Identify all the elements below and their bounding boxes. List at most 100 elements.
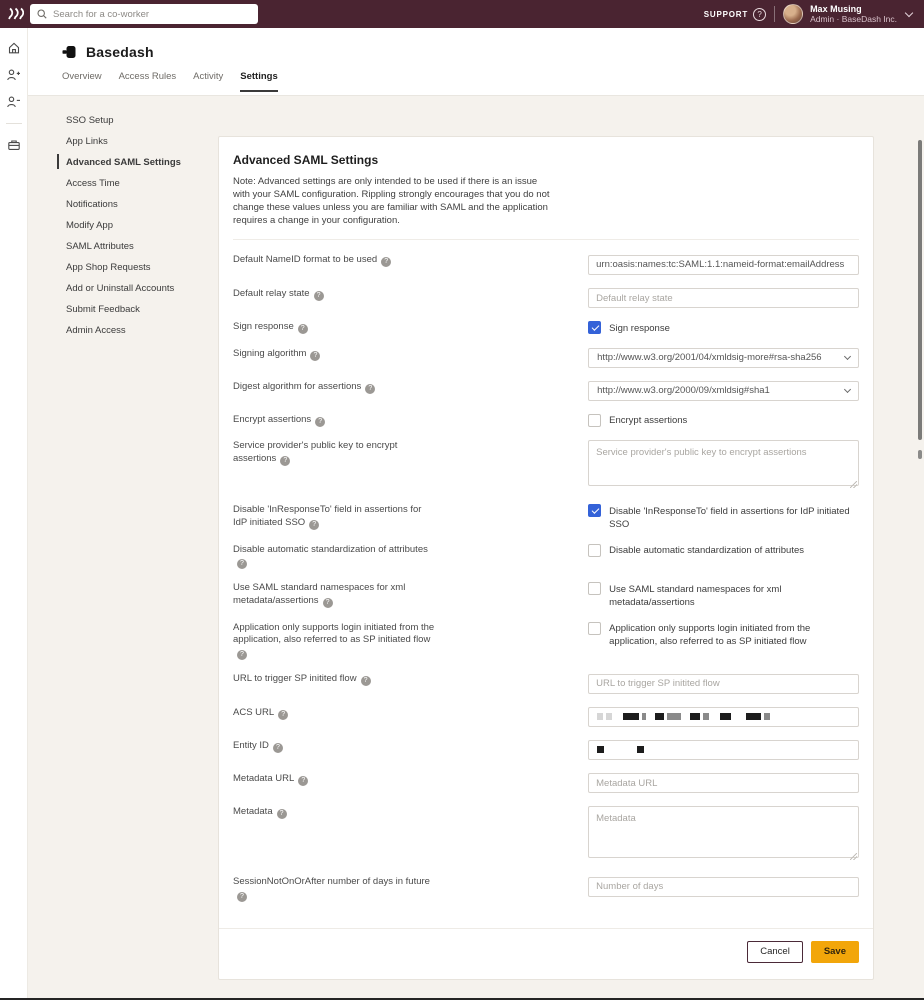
redacted-value: [667, 713, 681, 720]
digest-algorithm-select[interactable]: http://www.w3.org/2000/09/xmldsig#sha1: [588, 381, 859, 401]
redacted-value: [764, 713, 770, 720]
chevron-down-icon: [844, 352, 851, 359]
form-row: SessionNotOnOrAfter number of days in fu…: [233, 876, 859, 902]
search-input[interactable]: [53, 9, 251, 20]
sign-response-checkbox[interactable]: [588, 321, 601, 334]
entity-id-input[interactable]: [588, 740, 859, 760]
help-icon[interactable]: ?: [309, 520, 319, 530]
sidebar-item-app-links[interactable]: App Links: [66, 131, 216, 152]
redacted-value: [720, 713, 731, 720]
form-row: Metadata URL?: [233, 773, 859, 794]
rail-item-home[interactable]: [6, 40, 22, 56]
form-row: Digest algorithm for assertions? http://…: [233, 381, 859, 401]
save-button[interactable]: Save: [811, 941, 859, 963]
tab-activity[interactable]: Activity: [193, 71, 223, 92]
field-label: Digest algorithm for assertions?: [233, 381, 588, 401]
tab-access-rules[interactable]: Access Rules: [119, 71, 177, 92]
disable-inresponseto-checkbox[interactable]: [588, 504, 601, 517]
chevron-down-icon: [844, 385, 851, 392]
help-icon[interactable]: ?: [237, 892, 247, 902]
scrollbar-thumb[interactable]: [918, 140, 922, 440]
field-label: SessionNotOnOrAfter number of days in fu…: [233, 876, 588, 902]
field-label: Entity ID?: [233, 740, 588, 760]
sidebar-item-access-time[interactable]: Access Time: [66, 173, 216, 194]
help-icon[interactable]: ?: [323, 598, 333, 608]
scrollbar-thumb-secondary[interactable]: [918, 450, 922, 459]
help-icon[interactable]: ?: [314, 291, 324, 301]
sidebar-item-sso-setup[interactable]: SSO Setup: [66, 110, 216, 131]
sp-initiated-only-checkbox[interactable]: [588, 622, 601, 635]
nameid-format-input[interactable]: [588, 255, 859, 275]
help-icon[interactable]: ?: [381, 257, 391, 267]
support-label: SUPPORT: [704, 10, 748, 19]
metadata-textarea[interactable]: [588, 806, 859, 858]
form-row: Disable automatic standardization of att…: [233, 544, 859, 570]
cancel-button[interactable]: Cancel: [747, 941, 803, 963]
rail-item-company[interactable]: [6, 137, 22, 153]
support-button[interactable]: SUPPORT ?: [704, 8, 766, 21]
tab-overview[interactable]: Overview: [62, 71, 102, 92]
panel-note: Note: Advanced settings are only intende…: [233, 175, 555, 227]
rippling-logo-icon[interactable]: [0, 6, 30, 22]
resize-grip-icon[interactable]: [850, 481, 857, 488]
field-label: Disable automatic standardization of att…: [233, 544, 588, 570]
checkbox-label: Disable automatic standardization of att…: [609, 544, 804, 558]
help-icon[interactable]: ?: [237, 559, 247, 569]
search-icon: [37, 9, 47, 19]
divider: [233, 239, 859, 240]
field-label: URL to trigger SP initited flow?: [233, 673, 588, 694]
form-row: Metadata?: [233, 806, 859, 863]
sidebar-item-add-or-uninstall-accounts[interactable]: Add or Uninstall Accounts: [66, 278, 216, 299]
sp-flow-url-input[interactable]: [588, 674, 859, 694]
chevron-down-icon: [905, 8, 913, 16]
sidebar-item-saml-attributes[interactable]: SAML Attributes: [66, 236, 216, 257]
encrypt-assertions-checkbox[interactable]: [588, 414, 601, 427]
help-icon[interactable]: ?: [277, 809, 287, 819]
metadata-url-input[interactable]: [588, 773, 859, 793]
help-icon[interactable]: ?: [365, 384, 375, 394]
help-icon[interactable]: ?: [298, 776, 308, 786]
field-label: Default relay state?: [233, 288, 588, 309]
relay-state-input[interactable]: [588, 288, 859, 308]
redacted-value: [703, 713, 709, 720]
saml-namespaces-checkbox[interactable]: [588, 582, 601, 595]
resize-grip-icon[interactable]: [850, 853, 857, 860]
sidebar-item-admin-access[interactable]: Admin Access: [66, 320, 216, 341]
form-row: Signing algorithm? http://www.w3.org/200…: [233, 348, 859, 368]
acs-url-input[interactable]: [588, 707, 859, 727]
help-icon[interactable]: ?: [298, 324, 308, 334]
redacted-value: [642, 713, 646, 720]
user-name: Max Musing: [810, 4, 897, 14]
help-icon[interactable]: ?: [280, 456, 290, 466]
field-label: Metadata?: [233, 806, 588, 863]
sidebar-item-app-shop-requests[interactable]: App Shop Requests: [66, 257, 216, 278]
sidebar-item-notifications[interactable]: Notifications: [66, 194, 216, 215]
disable-standardization-checkbox[interactable]: [588, 544, 601, 557]
sidebar-item-advanced-saml-settings[interactable]: Advanced SAML Settings: [66, 152, 216, 173]
tab-settings[interactable]: Settings: [240, 71, 277, 92]
help-icon[interactable]: ?: [273, 743, 283, 753]
sidebar-item-submit-feedback[interactable]: Submit Feedback: [66, 299, 216, 320]
help-icon[interactable]: ?: [361, 676, 371, 686]
user-menu[interactable]: Max Musing Admin · BaseDash Inc.: [783, 4, 912, 24]
session-days-input[interactable]: [588, 877, 859, 897]
sp-public-key-textarea[interactable]: [588, 440, 859, 486]
redacted-value: [637, 746, 644, 753]
rail-item-remove-user[interactable]: [6, 94, 22, 110]
signing-algorithm-select[interactable]: http://www.w3.org/2001/04/xmldsig-more#r…: [588, 348, 859, 368]
field-label: Default NameID format to be used?: [233, 254, 588, 275]
form-row: Encrypt assertions? Encrypt assertions: [233, 414, 859, 428]
rail-item-add-user[interactable]: [6, 67, 22, 83]
redacted-value: [597, 746, 604, 753]
user-plus-icon: [6, 68, 21, 82]
help-icon[interactable]: ?: [310, 351, 320, 361]
sidebar-item-modify-app[interactable]: Modify App: [66, 215, 216, 236]
search-box[interactable]: [30, 4, 258, 24]
page-title: Basedash: [86, 44, 154, 60]
help-icon[interactable]: ?: [237, 650, 247, 660]
redacted-value: [655, 713, 664, 720]
redacted-value: [597, 713, 603, 720]
help-icon[interactable]: ?: [278, 710, 288, 720]
help-icon[interactable]: ?: [315, 417, 325, 427]
settings-nav: SSO Setup App Links Advanced SAML Settin…: [66, 110, 216, 341]
